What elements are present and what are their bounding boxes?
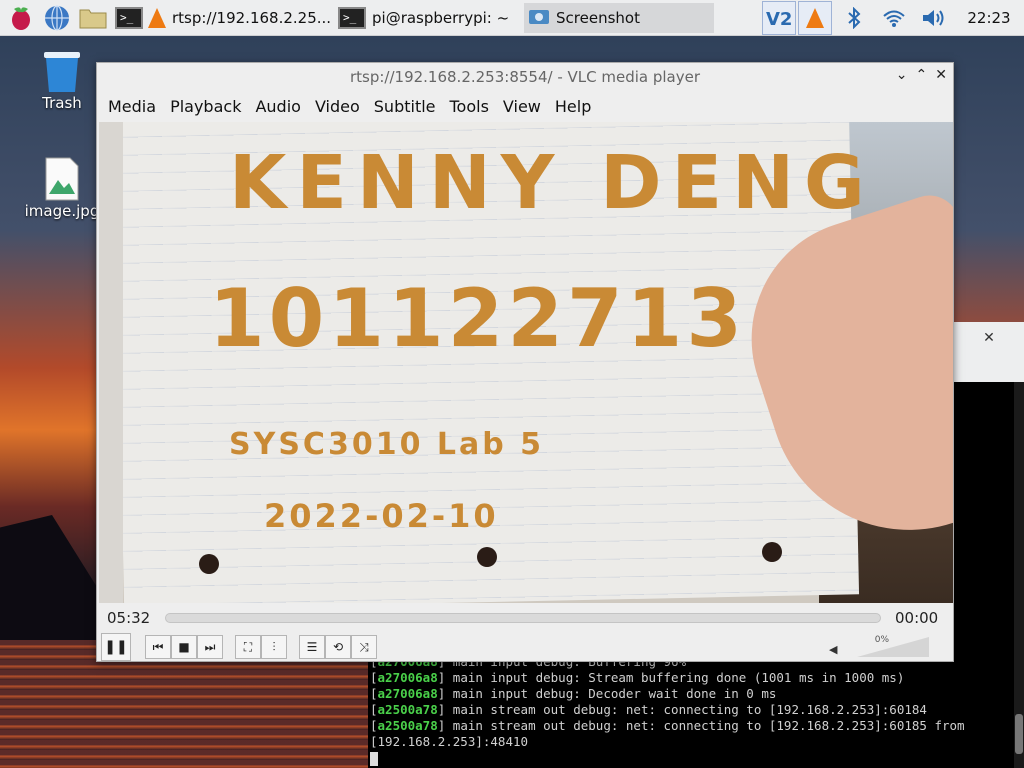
web-browser-icon[interactable]	[42, 3, 72, 33]
stop-icon: ■	[178, 640, 190, 654]
menu-video[interactable]: Video	[315, 97, 360, 116]
taskbar: >_ rtsp://192.168.2.25... >_ pi@raspberr…	[0, 0, 1024, 36]
terminal-line: [a27006a8] main input debug: Decoder wai…	[370, 686, 777, 701]
window-title: rtsp://192.168.2.253:8554/ - VLC media p…	[349, 68, 701, 86]
svg-text:V2: V2	[766, 9, 792, 30]
vlc-icon[interactable]	[798, 1, 832, 35]
shuffle-button[interactable]: ⤨	[351, 635, 377, 659]
vnc-icon[interactable]: V2	[762, 1, 796, 35]
volume-icon[interactable]	[914, 1, 954, 35]
playlist-button[interactable]: ☰	[299, 635, 325, 659]
terminal-output: [a27006a8] main input debug: Buffering 9…	[370, 654, 965, 766]
terminal-line: [192.168.2.253]:48410	[370, 734, 529, 749]
desktop-icon-label: image.jpg	[24, 202, 100, 220]
trash-icon	[22, 44, 102, 94]
maximize-icon[interactable]: ⌃	[916, 67, 928, 83]
terminal-launcher-icon[interactable]: >_	[114, 3, 144, 33]
handwriting-id: 101122713	[209, 272, 746, 365]
file-manager-icon[interactable]	[78, 3, 108, 33]
next-button[interactable]: ⏭	[197, 635, 223, 659]
loop-button[interactable]: ⟲	[325, 635, 351, 659]
menu-help[interactable]: Help	[555, 97, 591, 116]
paper-hole	[477, 547, 497, 567]
seek-slider[interactable]	[165, 613, 881, 623]
video-left-edge	[99, 122, 123, 603]
previous-icon: ⏮	[152, 639, 164, 654]
handwriting-date: 2022-02-10	[264, 497, 499, 535]
minimize-icon[interactable]: ✕	[983, 330, 995, 346]
task-screenshot[interactable]: Screenshot	[524, 2, 714, 33]
raspberry-menu-icon[interactable]	[6, 3, 36, 33]
remaining-time[interactable]: 00:00	[895, 609, 953, 627]
menu-view[interactable]: View	[503, 97, 541, 116]
vlc-menubar: Media Playback Audio Video Subtitle Tool…	[97, 91, 953, 121]
terminal-line: [a2500a78] main stream out debug: net: c…	[370, 718, 965, 733]
video-area[interactable]: KENNY DENG 101122713 SYSC3010 Lab 5 2022…	[99, 122, 953, 603]
fullscreen-button[interactable]: ⛶	[235, 635, 261, 659]
handwriting-name: KENNY DENG	[229, 140, 875, 226]
terminal-line: [a2500a78] main stream out debug: net: c…	[370, 702, 927, 717]
volume-slider[interactable]	[857, 637, 929, 657]
wifi-icon[interactable]	[874, 1, 914, 35]
previous-button[interactable]: ⏮	[145, 635, 171, 659]
menu-playback[interactable]: Playback	[170, 97, 241, 116]
terminal-titlebar-controls: ✕	[954, 322, 1024, 354]
terminal-line: [a27006a8] main input debug: Stream buff…	[370, 670, 905, 685]
image-file-icon	[22, 152, 102, 202]
close-icon[interactable]: ✕	[935, 67, 947, 83]
menu-media[interactable]: Media	[108, 97, 156, 116]
screenshot-icon	[528, 7, 550, 29]
task-terminal[interactable]: >_ pi@raspberrypi: ~	[334, 3, 524, 33]
task-vlc[interactable]: rtsp://192.168.2.25...	[144, 3, 334, 33]
terminal-prompt[interactable]	[370, 750, 965, 766]
desktop-icon-label: Trash	[42, 94, 82, 112]
volume-control[interactable]: ◀ 0%	[829, 635, 929, 659]
terminal-cursor	[370, 751, 378, 766]
pause-icon: ❚❚	[104, 639, 128, 655]
vlc-cone-icon	[148, 7, 166, 28]
stop-button[interactable]: ■	[171, 635, 197, 659]
menu-subtitle[interactable]: Subtitle	[374, 97, 436, 116]
pause-button[interactable]: ❚❚	[101, 633, 131, 661]
vlc-window[interactable]: rtsp://192.168.2.253:8554/ - VLC media p…	[96, 62, 954, 662]
scrollbar-thumb[interactable]	[1015, 714, 1023, 754]
elapsed-time: 05:32	[107, 609, 151, 627]
volume-percent: 0%	[874, 635, 889, 645]
desktop-icon-image[interactable]: image.jpg	[22, 152, 102, 220]
clock[interactable]: 22:23	[954, 9, 1024, 27]
vlc-titlebar[interactable]: rtsp://192.168.2.253:8554/ - VLC media p…	[97, 63, 953, 91]
speaker-icon[interactable]: ◀	[829, 643, 837, 656]
handwriting-course: SYSC3010 Lab 5	[229, 427, 545, 462]
seek-row: 05:32 00:00	[97, 604, 953, 632]
playlist-icon: ☰	[306, 640, 318, 654]
system-tray: V2 22:23	[762, 0, 1024, 36]
menu-audio[interactable]: Audio	[255, 97, 300, 116]
terminal-menubar	[954, 354, 1024, 382]
next-icon: ⏭	[204, 639, 216, 654]
equalizer-icon: ⫶	[272, 639, 276, 654]
menu-tools[interactable]: Tools	[450, 97, 489, 116]
extended-settings-button[interactable]: ⫶	[261, 635, 287, 659]
playback-controls: ❚❚ ⏮ ■ ⏭ ⛶ ⫶ ☰ ⟲ ⤨	[101, 633, 377, 661]
paper-hole	[199, 554, 219, 574]
chevron-down-icon[interactable]: ⌄	[896, 67, 908, 83]
shuffle-icon: ⤨	[359, 639, 369, 654]
paper-hole	[762, 542, 782, 562]
terminal-scrollbar[interactable]	[1014, 382, 1024, 768]
loop-icon: ⟲	[332, 640, 344, 654]
bluetooth-icon[interactable]	[834, 1, 874, 35]
terminal-icon: >_	[338, 6, 366, 29]
fullscreen-icon: ⛶	[243, 639, 253, 654]
desktop-icon-trash[interactable]: Trash	[22, 44, 102, 112]
